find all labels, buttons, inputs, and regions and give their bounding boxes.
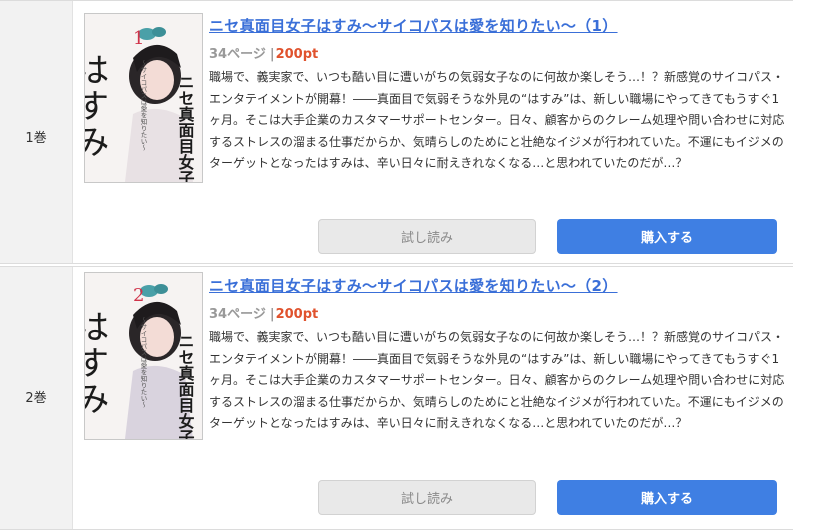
volume-meta: 34ページ |200pt xyxy=(209,43,318,62)
cover-title: はすみ xyxy=(85,52,109,160)
volume-label: 1巻 xyxy=(25,131,47,146)
manga-cover-image: はすみ ニセ真面目女子 2 〜サイコパスは愛を知りたい〜 xyxy=(85,273,202,439)
volume-title-link[interactable]: ニセ真面目女子はすみ～サイコパスは愛を知りたい～（2） xyxy=(209,275,618,296)
cover-series-mark: ニセ真面目女子 xyxy=(176,333,195,439)
meta-separator: | xyxy=(269,307,275,322)
volume-row: 2巻 はすみ ニセ真面目女子 2 〜サイコパスは愛を知りたい〜 ニセ真面目女子は… xyxy=(0,266,793,530)
volume-meta: 34ページ |200pt xyxy=(209,303,318,322)
cover-number: 1 xyxy=(133,28,144,49)
trial-read-button[interactable]: 試し読み xyxy=(318,480,536,515)
page-count: 34ページ xyxy=(209,47,266,62)
volume-number-cell: 1巻 xyxy=(0,1,73,263)
manga-cover-image: はすみ ニセ真面目女子 1 〜サイコパスは愛を知りたい〜 xyxy=(85,14,202,182)
volume-title-link[interactable]: ニセ真面目女子はすみ～サイコパスは愛を知りたい～（1） xyxy=(209,15,618,36)
buy-button[interactable]: 購入する xyxy=(557,219,777,254)
cover-number: 2 xyxy=(133,285,144,306)
volume-label: 2巻 xyxy=(25,391,47,406)
cover-series-mark: ニセ真面目女子 xyxy=(176,74,195,182)
buy-button[interactable]: 購入する xyxy=(557,480,777,515)
cover-image[interactable]: はすみ ニセ真面目女子 2 〜サイコパスは愛を知りたい〜 xyxy=(84,272,203,440)
price: 200pt xyxy=(275,307,319,322)
trial-read-button[interactable]: 試し読み xyxy=(318,219,536,254)
price: 200pt xyxy=(275,47,319,62)
volume-row: 1巻 はすみ ニセ真面目女子 1 〜サイコパスは愛を知りたい〜 ニセ真面目女子は… xyxy=(0,0,793,264)
cover-subtitle: 〜サイコパスは愛を知りたい〜 xyxy=(139,317,147,408)
volume-list: 1巻 はすみ ニセ真面目女子 1 〜サイコパスは愛を知りたい〜 ニセ真面目女子は… xyxy=(0,0,837,530)
cover-title: はすみ xyxy=(85,309,109,417)
volume-description: 職場で、義実家で、いつも酷い目に遭いがちの気弱女子なのに何故か楽しそう…！？新感… xyxy=(209,70,785,170)
page-count: 34ページ xyxy=(209,307,266,322)
volume-description: 職場で、義実家で、いつも酷い目に遭いがちの気弱女子なのに何故か楽しそう…！？新感… xyxy=(209,330,785,430)
cover-subtitle: 〜サイコパスは愛を知りたい〜 xyxy=(139,60,147,151)
volume-number-cell: 2巻 xyxy=(0,267,73,529)
cover-image[interactable]: はすみ ニセ真面目女子 1 〜サイコパスは愛を知りたい〜 xyxy=(84,13,203,183)
meta-separator: | xyxy=(269,47,275,62)
